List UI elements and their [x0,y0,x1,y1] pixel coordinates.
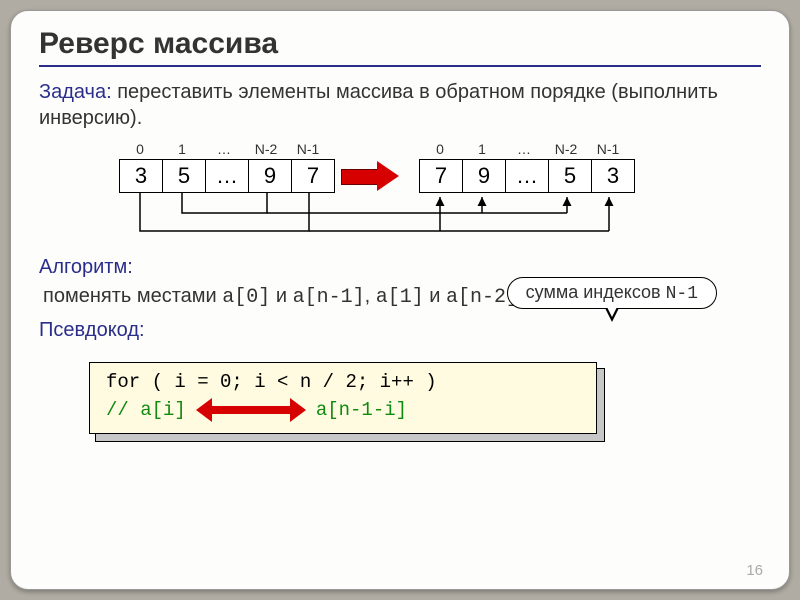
cell: 7 [419,159,462,193]
cell: 7 [291,159,335,193]
indices-before: 0 1 … N-2 N-1 [119,141,329,157]
algo-code: a[0] [222,286,270,309]
index-sum-note: сумма индексов N-1 [507,277,717,322]
cell: … [205,159,248,193]
swap-arrow-icon [196,401,306,419]
cell: 9 [248,159,291,193]
page-title: Реверс массива [39,27,761,61]
array-diagram: 0 1 … N-2 N-1 3 5 … 9 7 0 1 … N-2 N-1 7 … [39,141,761,256]
cell: … [505,159,548,193]
badge-text: сумма индексов [526,282,666,302]
array-before: 3 5 … 9 7 [119,159,335,193]
algo-part: и [270,285,292,307]
idx: N-2 [245,141,287,157]
algo-part: поменять местами [43,285,222,307]
algo-code: a[1] [376,286,424,309]
indices-after: 0 1 … N-2 N-1 [419,141,629,157]
code-frag: // a[i] [106,399,186,421]
code-block: for ( i = 0; i < n / 2; i++ ) // a[i] a[… [89,362,761,434]
code-line-1: for ( i = 0; i < n / 2; i++ ) [106,371,580,393]
task-label: Задача: [39,81,112,103]
array-after: 7 9 … 5 3 [419,159,635,193]
idx: … [203,141,245,157]
algo-code: a[n-1] [293,286,365,309]
algo-part: и [424,285,446,307]
page-number: 16 [746,562,763,579]
cell: 3 [119,159,162,193]
idx: N-2 [545,141,587,157]
cell: 5 [548,159,591,193]
idx: 1 [161,141,203,157]
idx: N-1 [587,141,629,157]
code-frag: a[n-1-i] [316,399,407,421]
task-text: переставить элементы массива в обратном … [39,81,718,129]
algorithm-label: Алгоритм: [39,256,761,279]
idx: 1 [461,141,503,157]
code-line-2: // a[i] a[n-1-i] [106,399,580,421]
idx: 0 [419,141,461,157]
task-block: Задача: переставить элементы массива в о… [39,79,761,131]
idx: 0 [119,141,161,157]
cell: 3 [591,159,635,193]
transform-arrow-icon [341,163,401,189]
badge-code: N-1 [666,284,698,304]
cell: 9 [462,159,505,193]
pseudocode-label: Псевдокод: [39,319,761,342]
algo-part: , [365,285,376,307]
idx: N-1 [287,141,329,157]
cell: 5 [162,159,205,193]
idx: … [503,141,545,157]
title-divider [39,65,761,67]
